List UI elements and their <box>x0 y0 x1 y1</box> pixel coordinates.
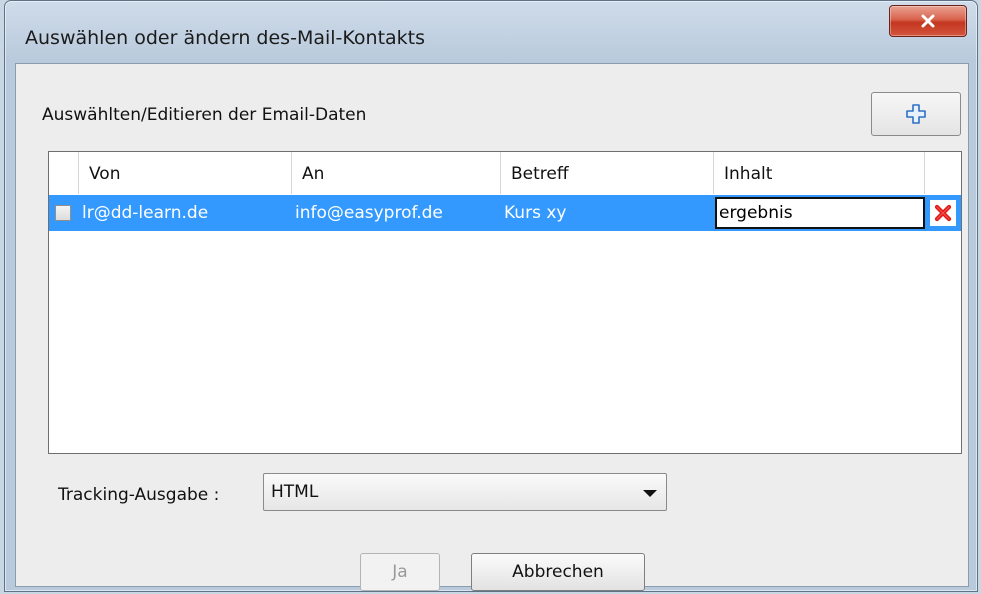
plus-icon <box>906 104 926 124</box>
email-table: Von An Betreff Inhalt lr@dd-learn.de inf… <box>48 151 962 454</box>
close-icon <box>921 14 935 28</box>
row-checkbox[interactable] <box>55 205 71 221</box>
column-header-actions <box>925 152 961 194</box>
section-label: Auswählten/Editieren der Email-Daten <box>42 105 367 125</box>
delete-icon <box>934 204 952 222</box>
column-header-an[interactable]: An <box>292 152 501 194</box>
window-title: Auswählen oder ändern des-Mail-Kontakts <box>25 27 426 49</box>
tracking-output-value: HTML <box>271 482 319 502</box>
ok-button[interactable]: Ja <box>360 553 440 591</box>
dialog-content: Auswählten/Editieren der Email-Daten Von… <box>15 63 969 591</box>
chevron-down-icon <box>643 490 657 497</box>
column-header-inhalt[interactable]: Inhalt <box>714 152 925 194</box>
cell-inhalt-editor[interactable] <box>715 197 925 229</box>
tracking-output-select[interactable]: HTML <box>263 473 667 511</box>
dialog-window: Auswählen oder ändern des-Mail-Kontakts … <box>4 0 978 592</box>
cell-betreff[interactable]: Kurs xy <box>501 195 714 231</box>
delete-row-button[interactable] <box>930 200 956 226</box>
add-contact-button[interactable] <box>871 92 961 136</box>
close-button[interactable] <box>889 5 967 37</box>
table-row[interactable]: lr@dd-learn.de info@easyprof.de Kurs xy <box>49 195 961 231</box>
column-header-betreff[interactable]: Betreff <box>501 152 714 194</box>
table-header: Von An Betreff Inhalt <box>49 152 961 194</box>
cancel-button[interactable]: Abbrechen <box>471 553 645 591</box>
column-header-checkbox <box>49 152 79 194</box>
tracking-output-label: Tracking-Ausgabe : <box>58 485 220 505</box>
column-header-von[interactable]: Von <box>79 152 292 194</box>
cell-an[interactable]: info@easyprof.de <box>292 195 501 231</box>
cell-von[interactable]: lr@dd-learn.de <box>79 195 292 231</box>
